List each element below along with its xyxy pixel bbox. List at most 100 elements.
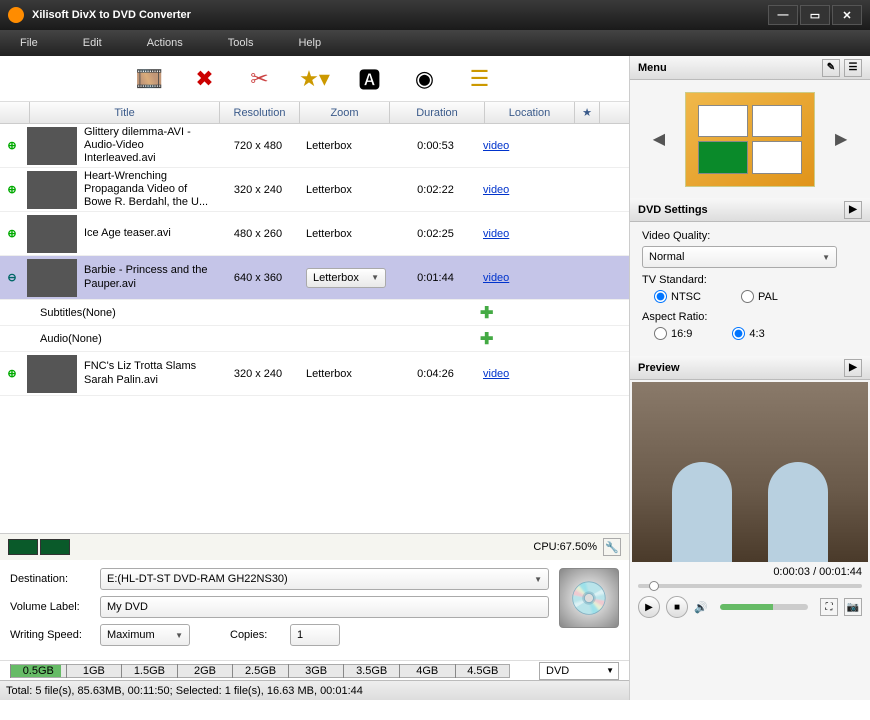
thumbnail: [27, 127, 77, 165]
row-title: Ice Age teaser.avi: [80, 227, 218, 240]
ar-169-radio[interactable]: 16:9: [654, 327, 692, 340]
menu-file[interactable]: File: [20, 37, 38, 49]
col-resolution-header[interactable]: Resolution: [220, 102, 300, 123]
row-location-link[interactable]: video: [483, 368, 509, 380]
volume-label-label: Volume Label:: [10, 601, 100, 613]
menu-help[interactable]: Help: [298, 37, 321, 49]
row-location-link[interactable]: video: [483, 140, 509, 152]
row-duration: 0:02:25: [388, 228, 483, 240]
table-header: Title Resolution Zoom Duration Location …: [0, 102, 629, 124]
row-location-link[interactable]: video: [483, 228, 509, 240]
subtitle-button[interactable]: 🅰: [355, 64, 385, 94]
close-button[interactable]: ✕: [832, 5, 862, 25]
dvd-settings-header: DVD Settings ▶: [630, 198, 870, 222]
row-resolution: 640 x 360: [218, 272, 298, 284]
menu-bar: File Edit Actions Tools Help: [0, 30, 870, 56]
media-type-select[interactable]: DVD: [539, 662, 619, 680]
add-icon[interactable]: ⊕: [0, 227, 24, 240]
ntsc-radio[interactable]: NTSC: [654, 290, 701, 303]
writing-speed-select[interactable]: Maximum: [100, 624, 190, 646]
storage-ticks: 0.5GB1GB1.5GB 2GB2.5GB3GB 3.5GB4GB4.5GB: [10, 664, 510, 678]
row-zoom: Letterbox: [298, 184, 388, 196]
writing-speed-label: Writing Speed:: [10, 629, 100, 641]
edit-menu-icon[interactable]: ✎: [822, 59, 840, 77]
table-row[interactable]: ⊕ Heart-Wrenching Propaganda Video of Bo…: [0, 168, 629, 212]
row-title: Glittery dilemma-AVI - Audio-Video Inter…: [80, 126, 218, 166]
audio-row[interactable]: Audio(None) ✚: [0, 326, 629, 352]
menu-actions[interactable]: Actions: [147, 37, 183, 49]
seek-bar[interactable]: [638, 580, 862, 592]
video-quality-label: Video Quality:: [642, 230, 858, 242]
next-template-icon[interactable]: ▶: [835, 129, 847, 149]
menu-tools[interactable]: Tools: [228, 37, 254, 49]
player-controls: ▶ ■ 🔊 ⛶ 📷: [630, 592, 870, 622]
prev-template-icon[interactable]: ◀: [653, 129, 665, 149]
record-button[interactable]: ◉: [410, 64, 440, 94]
thumbnail: [27, 171, 77, 209]
maximize-button[interactable]: ▭: [800, 5, 830, 25]
copies-label: Copies:: [230, 629, 290, 641]
collapse-icon[interactable]: ⊖: [0, 271, 24, 284]
table-row[interactable]: ⊕ Glittery dilemma-AVI - Audio-Video Int…: [0, 124, 629, 168]
cpu-label: CPU:67.50%: [533, 541, 597, 553]
video-quality-select[interactable]: Normal: [642, 246, 837, 268]
table-row[interactable]: ⊕ FNC's Liz Trotta Slams Sarah Palin.avi…: [0, 352, 629, 396]
volume-slider[interactable]: [720, 604, 808, 610]
pal-radio[interactable]: PAL: [741, 290, 778, 303]
burn-button[interactable]: 💿: [559, 568, 619, 628]
volume-icon[interactable]: 🔊: [694, 601, 708, 614]
stop-button[interactable]: ■: [666, 596, 688, 618]
row-duration: 0:00:53: [388, 140, 483, 152]
thumbnail: [27, 215, 77, 253]
copies-input[interactable]: 1: [290, 624, 340, 646]
settings-icon[interactable]: 🔧: [603, 538, 621, 556]
fullscreen-icon[interactable]: ⛶: [820, 598, 838, 616]
star-button[interactable]: ★▾: [300, 64, 330, 94]
play-button[interactable]: ▶: [638, 596, 660, 618]
table-row[interactable]: ⊖ Barbie - Princess and the Pauper.avi 6…: [0, 256, 629, 300]
volume-label-input[interactable]: My DVD: [100, 596, 549, 618]
add-icon[interactable]: ⊕: [0, 367, 24, 380]
col-star-header[interactable]: ★: [575, 102, 600, 123]
col-title-header[interactable]: Title: [30, 102, 220, 123]
zoom-select[interactable]: Letterbox: [306, 268, 386, 288]
col-zoom-header[interactable]: Zoom: [300, 102, 390, 123]
row-location-link[interactable]: video: [483, 272, 509, 284]
ar-43-radio[interactable]: 4:3: [732, 327, 764, 340]
add-subtitle-icon[interactable]: ✚: [480, 303, 493, 323]
title-bar: Xilisoft DivX to DVD Converter — ▭ ✕: [0, 0, 870, 30]
menu-edit[interactable]: Edit: [83, 37, 102, 49]
row-duration: 0:02:22: [388, 184, 483, 196]
expand-settings-icon[interactable]: ▶: [844, 201, 862, 219]
tv-standard-label: TV Standard:: [642, 274, 858, 286]
cut-button[interactable]: ✂: [245, 64, 275, 94]
add-icon[interactable]: ⊕: [0, 183, 24, 196]
menu-section-header: Menu ✎ ☰: [630, 56, 870, 80]
col-location-header[interactable]: Location: [485, 102, 575, 123]
row-resolution: 320 x 240: [218, 184, 298, 196]
add-audio-icon[interactable]: ✚: [480, 329, 493, 349]
expand-preview-icon[interactable]: ▶: [844, 359, 862, 377]
delete-button[interactable]: ✖: [190, 64, 220, 94]
menu-template-thumbnail[interactable]: [685, 92, 815, 187]
subtitle-row[interactable]: Subtitles(None) ✚: [0, 300, 629, 326]
thumbnail: [27, 355, 77, 393]
row-title: FNC's Liz Trotta Slams Sarah Palin.avi: [80, 360, 218, 386]
thumbnail: [27, 259, 77, 297]
table-row[interactable]: ⊕ Ice Age teaser.avi 480 x 260 Letterbox…: [0, 212, 629, 256]
destination-select[interactable]: E:(HL-DT-ST DVD-RAM GH22NS30): [100, 568, 549, 590]
list-button[interactable]: ☰: [465, 64, 495, 94]
add-file-button[interactable]: 🎞️: [135, 64, 165, 94]
destination-label: Destination:: [10, 573, 100, 585]
toolbar: 🎞️ ✖ ✂ ★▾ 🅰 ◉ ☰: [0, 56, 629, 102]
row-resolution: 320 x 240: [218, 368, 298, 380]
menu-view-icon[interactable]: ☰: [844, 59, 862, 77]
row-location-link[interactable]: video: [483, 184, 509, 196]
add-icon[interactable]: ⊕: [0, 139, 24, 152]
minimize-button[interactable]: —: [768, 5, 798, 25]
cpu-bar: CPU:67.50% 🔧: [0, 534, 629, 560]
snapshot-icon[interactable]: 📷: [844, 598, 862, 616]
col-duration-header[interactable]: Duration: [390, 102, 485, 123]
storage-bar: 0.5GB1GB1.5GB 2GB2.5GB3GB 3.5GB4GB4.5GB …: [0, 660, 629, 680]
cpu-graph-icon: [8, 539, 38, 555]
